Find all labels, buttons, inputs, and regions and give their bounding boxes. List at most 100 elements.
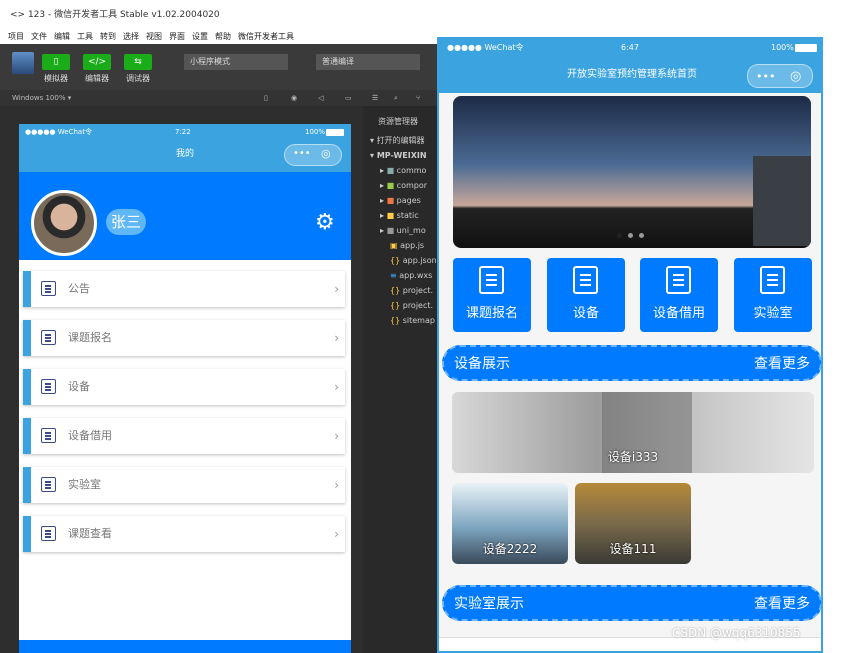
nav-bar: 开放实验室预约管理系统首页 ••• ◎ bbox=[439, 57, 821, 93]
mode-select[interactable]: 小程序模式 bbox=[184, 54, 288, 70]
open-editors[interactable]: ▾ 打开的编辑器 bbox=[370, 133, 425, 148]
editor-toggle[interactable]: </> bbox=[83, 54, 111, 70]
debugger-label: 调试器 bbox=[126, 74, 150, 83]
menu-item[interactable]: 转到 bbox=[100, 30, 116, 44]
list-item[interactable]: 课题查看 › bbox=[23, 516, 345, 552]
zoom-select[interactable]: Windows 100% ▾ bbox=[12, 94, 71, 102]
grid-label: 实验室 bbox=[753, 306, 793, 321]
profile-header: 张三 ⚙ bbox=[19, 172, 351, 260]
folder-icon: ■ bbox=[386, 196, 395, 205]
menu-item[interactable]: 工具 bbox=[77, 30, 93, 44]
more-icon[interactable]: ••• bbox=[756, 59, 775, 95]
list-item[interactable]: 课题报名 › bbox=[23, 320, 345, 356]
capsule-menu[interactable]: ••• ◎ bbox=[284, 144, 342, 166]
menu-item[interactable]: 视图 bbox=[146, 30, 162, 44]
carousel-dot[interactable] bbox=[617, 233, 622, 238]
open-editors-label: 打开的编辑器 bbox=[376, 136, 425, 145]
tree-item[interactable]: {} sitemap bbox=[390, 313, 435, 328]
see-more-link[interactable]: 查看更多 bbox=[754, 587, 810, 621]
list-item[interactable]: 实验室 › bbox=[23, 467, 345, 503]
capsule-menu[interactable]: ••• ◎ bbox=[747, 64, 813, 88]
tree-item[interactable]: {} project. bbox=[390, 283, 433, 298]
chevron-right-icon: › bbox=[334, 478, 339, 492]
menu-item[interactable]: 编辑 bbox=[54, 30, 70, 44]
close-target-icon[interactable]: ◎ bbox=[321, 140, 331, 168]
simulator-label: 模拟器 bbox=[44, 74, 68, 83]
device-bar: Windows 100% ▾ ▯ ◉ ◁ ▭ ☰ ⌕ ⑂ bbox=[0, 90, 437, 106]
simulator-phone: ●●●●● WeChat令 7:22 100% 我的 ••• ◎ 张三 ⚙ 公告… bbox=[19, 124, 351, 653]
menu-item[interactable]: 设置 bbox=[192, 30, 208, 44]
section-header-labs: 实验室展示 查看更多 bbox=[442, 585, 821, 621]
json-file-icon: {} bbox=[390, 286, 401, 295]
search-icon[interactable]: ⌕ bbox=[394, 90, 398, 106]
see-more-link[interactable]: 查看更多 bbox=[754, 347, 810, 381]
avatar[interactable] bbox=[12, 52, 34, 74]
grid-label: 设备 bbox=[572, 306, 599, 321]
list-item-label: 实验室 bbox=[68, 478, 101, 491]
device-card[interactable]: 设备111 bbox=[575, 483, 691, 564]
menu-item[interactable]: 文件 bbox=[31, 30, 47, 44]
tree-item[interactable]: ▸ ■ compor bbox=[380, 178, 427, 193]
menu-item[interactable]: 选择 bbox=[123, 30, 139, 44]
nav-bar: 我的 ••• ◎ bbox=[19, 140, 351, 172]
tree-item[interactable]: ▸ ■ static bbox=[380, 208, 419, 223]
avatar[interactable] bbox=[31, 190, 97, 256]
carrier: ●●●●● WeChat令 bbox=[25, 128, 92, 136]
tree-item[interactable]: ▸ ■ uni_mo bbox=[380, 223, 426, 238]
list-item[interactable]: 设备借用 › bbox=[23, 418, 345, 454]
debugger-toggle[interactable]: ⇆ bbox=[124, 54, 152, 70]
grid-button[interactable]: 设备借用 bbox=[640, 258, 718, 332]
compile-value: 普通编译 bbox=[322, 57, 354, 66]
list-item-label: 公告 bbox=[68, 282, 90, 295]
menu-item[interactable]: 微信开发者工具 bbox=[238, 30, 294, 44]
carousel-dot[interactable] bbox=[639, 233, 644, 238]
carousel-dot[interactable] bbox=[628, 233, 633, 238]
tree-item-label: project. bbox=[402, 286, 434, 295]
chevron-right-icon: › bbox=[334, 282, 339, 296]
project-root[interactable]: ▾ MP-WEIXIN bbox=[370, 148, 427, 163]
list-icon[interactable]: ☰ bbox=[372, 90, 378, 106]
tree-item[interactable]: ▸ ■ pages bbox=[380, 193, 421, 208]
compile-select[interactable]: 普通编译 bbox=[316, 54, 420, 70]
phone-icon[interactable]: ▯ bbox=[264, 90, 268, 106]
clock: 7:22 bbox=[175, 128, 191, 136]
menu-item[interactable]: 帮助 bbox=[215, 30, 231, 44]
list-item[interactable]: 设备 › bbox=[23, 369, 345, 405]
grid-button[interactable]: 设备 bbox=[547, 258, 625, 332]
device-card[interactable]: 设备2222 bbox=[452, 483, 568, 564]
section-title: 设备展示 bbox=[454, 356, 510, 372]
list-item[interactable]: 公告 › bbox=[23, 271, 345, 307]
grid-button[interactable]: 实验室 bbox=[734, 258, 812, 332]
document-icon bbox=[666, 266, 691, 294]
tree-item[interactable]: ▸ ■ commo bbox=[380, 163, 426, 178]
json-file-icon: {} bbox=[390, 316, 401, 325]
tree-item-label: uni_mo bbox=[396, 226, 426, 235]
toolbar: ▯ 模拟器 </> 编辑器 ⇆ 调试器 小程序模式 普通编译 bbox=[0, 44, 437, 90]
simulator-toggle[interactable]: ▯ bbox=[42, 54, 70, 70]
banner-carousel[interactable] bbox=[453, 96, 811, 248]
branch-icon[interactable]: ⑂ bbox=[416, 90, 420, 106]
tree-item[interactable]: ≡ app.wxs bbox=[390, 268, 432, 283]
grid-button[interactable]: 课题报名 bbox=[453, 258, 531, 332]
device-card[interactable]: 设备i333 bbox=[452, 392, 814, 473]
more-icon[interactable]: ••• bbox=[293, 140, 311, 168]
battery-icon bbox=[795, 44, 817, 52]
record-icon[interactable]: ◉ bbox=[291, 90, 297, 106]
json-file-icon: {} bbox=[390, 301, 401, 310]
settings-gear-icon[interactable]: ⚙ bbox=[315, 210, 335, 235]
menu-bar: 项目 文件 编辑 工具 转到 选择 视图 界面 设置 帮助 微信开发者工具 bbox=[0, 30, 437, 44]
window-icon[interactable]: ▭ bbox=[345, 90, 352, 106]
tree-item-label: commo bbox=[396, 166, 427, 175]
back-icon[interactable]: ◁ bbox=[318, 90, 323, 106]
tree-item[interactable]: {} app.json bbox=[390, 253, 437, 268]
tree-item[interactable]: {} project. bbox=[390, 298, 433, 313]
tree-item-label: static bbox=[396, 211, 419, 220]
tab-bar[interactable] bbox=[19, 640, 351, 653]
chevron-right-icon: › bbox=[334, 527, 339, 541]
tree-item[interactable]: ▣ app.js bbox=[390, 238, 424, 253]
chevron-right-icon: › bbox=[334, 429, 339, 443]
menu-item[interactable]: 界面 bbox=[169, 30, 185, 44]
close-target-icon[interactable]: ◎ bbox=[790, 59, 801, 95]
section-title: 实验室展示 bbox=[454, 596, 524, 612]
menu-item[interactable]: 项目 bbox=[8, 30, 24, 44]
